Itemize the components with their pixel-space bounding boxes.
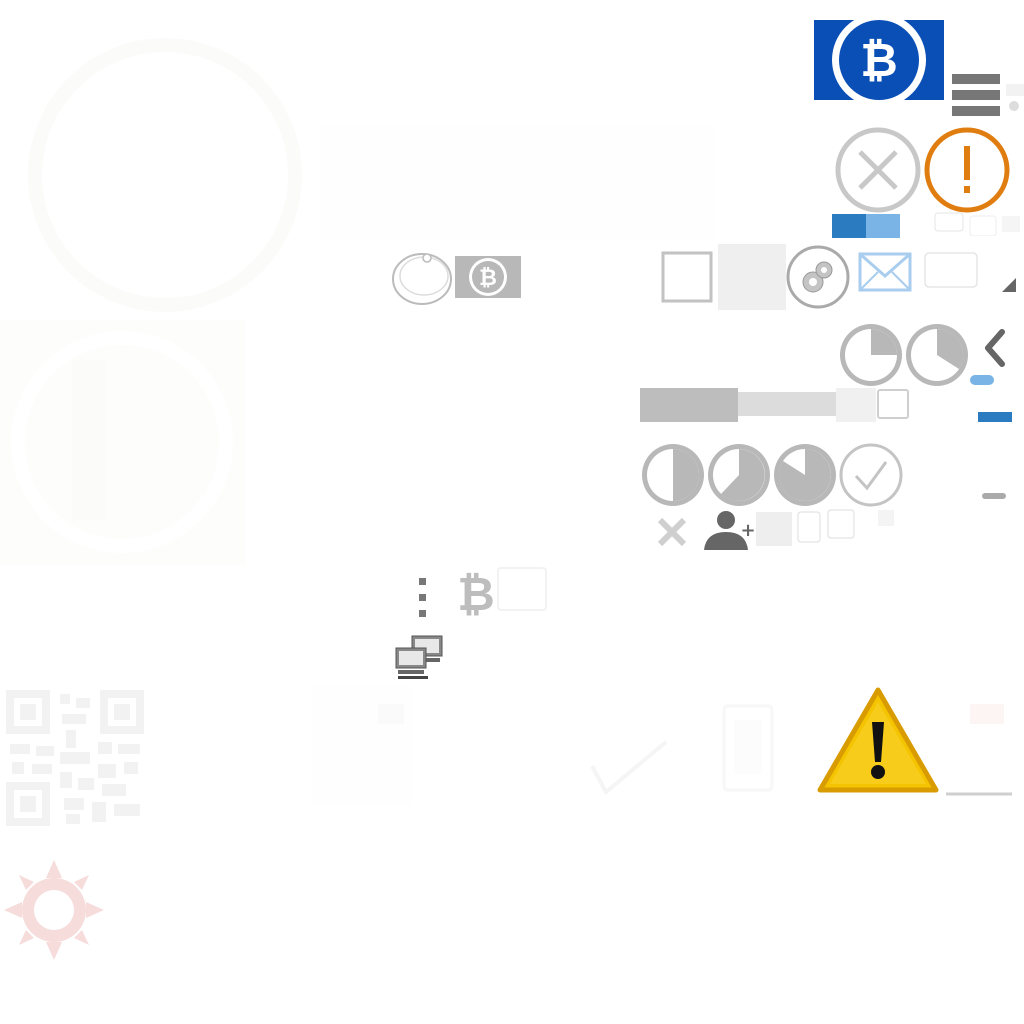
plate-icon: [390, 248, 454, 306]
icon-sprite-sheet: ₿ ₿ + ₿: [0, 0, 1024, 1024]
white-card: [924, 252, 978, 288]
progress-bar: [640, 388, 876, 424]
faint-check: [586, 736, 670, 798]
chevron-left-icon[interactable]: [980, 328, 1010, 368]
gray-square: [718, 244, 786, 310]
svg-text:₿: ₿: [860, 33, 898, 87]
checkbox-icon[interactable]: [660, 250, 714, 304]
qr-code-icon: [6, 690, 144, 826]
svg-text:₿: ₿: [457, 567, 495, 618]
bitcoin-symbol-icon: ₿: [454, 564, 498, 618]
faint-phone: [720, 702, 776, 794]
corner-resize-icon[interactable]: [1000, 278, 1018, 292]
faint-frame: [496, 566, 548, 612]
check-circle-icon: [838, 442, 904, 508]
small-checkbox-icon[interactable]: [876, 388, 910, 422]
small-square: [876, 508, 896, 528]
gear-circle-icon[interactable]: [786, 244, 850, 310]
bitcoin-cash-logo-icon: ₿: [814, 20, 944, 100]
blue-swatches: [832, 214, 900, 238]
small-tabs: [934, 212, 1024, 236]
button-shapes: [754, 508, 864, 548]
bitcoin-coin-badge-icon: ₿: [455, 256, 521, 298]
x-icon[interactable]: [656, 516, 688, 548]
hamburger-menu-icon[interactable]: [950, 74, 1002, 116]
mail-icon[interactable]: [858, 252, 912, 292]
add-user-icon[interactable]: +: [702, 508, 758, 550]
faint-shape: [312, 686, 412, 806]
close-circle-icon[interactable]: [834, 126, 922, 214]
svg-text:₿: ₿: [479, 266, 497, 291]
progress-pie-icon: [706, 442, 772, 508]
progress-pie-icon: [904, 322, 970, 388]
sun-icon: [4, 860, 104, 960]
gray-bar: [982, 492, 1006, 500]
progress-pie-icon: [838, 322, 904, 388]
faint-ring-decoration: [0, 320, 245, 565]
blue-pill: [970, 374, 994, 386]
network-computers-icon: [394, 634, 446, 680]
faint-panel: [320, 125, 715, 240]
small-dot-icon: [1006, 84, 1024, 114]
blue-bar: [978, 412, 1012, 424]
warning-triangle-icon: [816, 686, 940, 796]
warning-circle-icon: [922, 126, 1012, 214]
faint-underline-shape: [944, 700, 1014, 798]
progress-pie-icon: [640, 442, 706, 508]
faint-circle-decoration: [20, 30, 310, 320]
progress-pie-icon: [772, 442, 838, 508]
vertical-dots-icon[interactable]: [414, 576, 432, 620]
